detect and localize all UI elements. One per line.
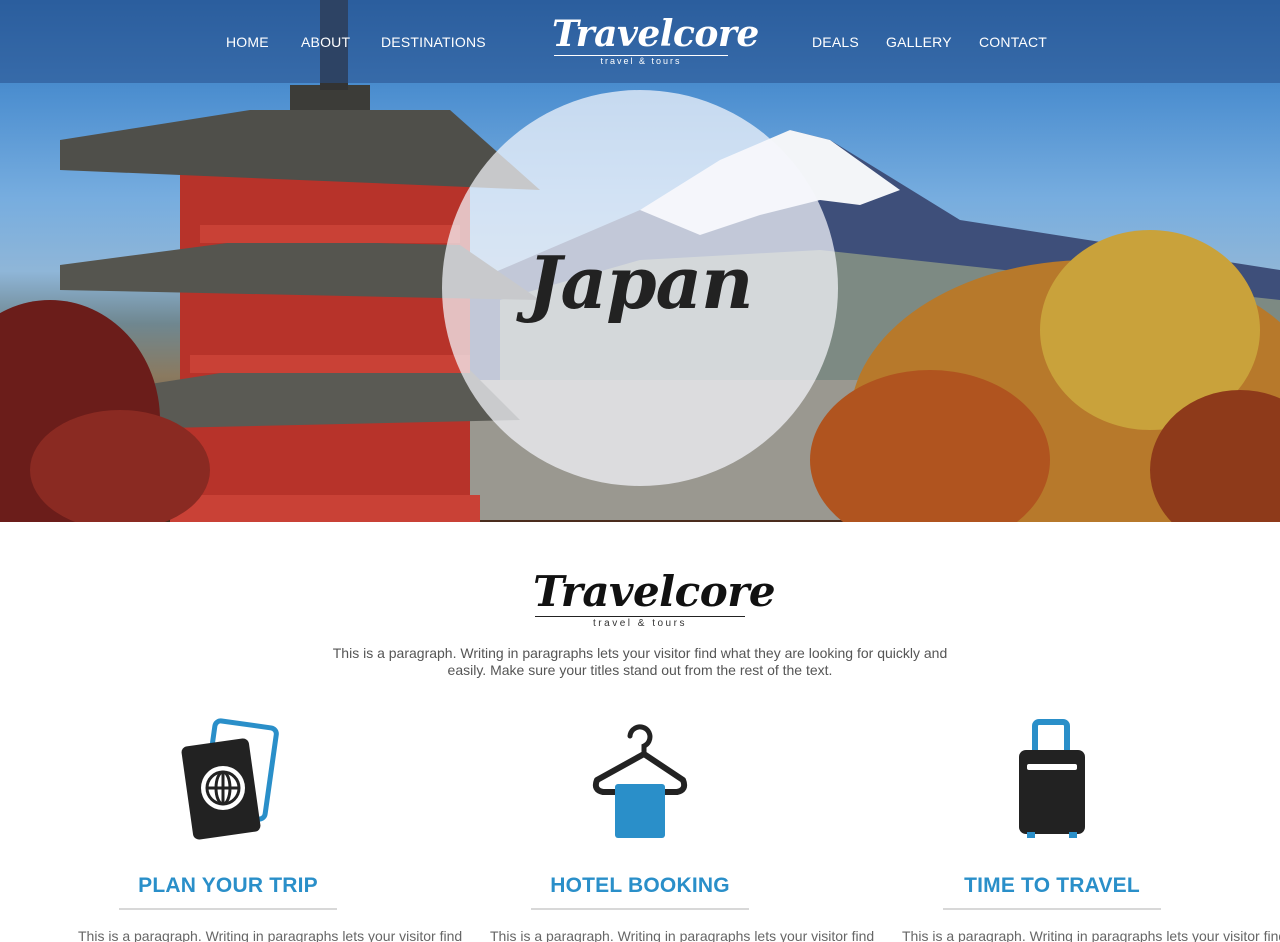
feature-text: This is a paragraph. Writing in paragrap… xyxy=(78,928,463,942)
hero-banner: HOME ABOUT DESTINATIONS Travelcore trave… xyxy=(0,0,1280,522)
hero-title: Japan xyxy=(527,240,753,325)
brand-paragraph: This is a paragraph. Writing in paragrap… xyxy=(332,645,948,678)
feature-hotel-booking: HOTEL BOOKING This is a paragraph. Writi… xyxy=(490,716,875,942)
feature-plan-trip: PLAN YOUR TRIP This is a paragraph. Writ… xyxy=(78,716,463,942)
nav-link-deals[interactable]: DEALS xyxy=(812,34,859,50)
feature-text: This is a paragraph. Writing in paragrap… xyxy=(490,928,875,942)
feature-title: PLAN YOUR TRIP xyxy=(138,874,318,897)
nav-link-gallery[interactable]: GALLERY xyxy=(886,34,952,50)
nav-logo-tagline: travel & tours xyxy=(600,56,682,66)
brand-section: Travelcore travel & tours This is a para… xyxy=(0,568,1280,679)
nav-logo-name: Travelcore xyxy=(552,13,759,55)
nav-link-home[interactable]: HOME xyxy=(226,34,269,50)
feature-time-to-travel: TIME TO TRAVEL This is a paragraph. Writ… xyxy=(902,716,1280,942)
feature-title: HOTEL BOOKING xyxy=(550,874,730,897)
nav-link-destinations[interactable]: DESTINATIONS xyxy=(381,34,486,50)
brand-logo-name: Travelcore xyxy=(533,567,776,616)
feature-divider xyxy=(531,908,749,910)
nav-link-contact[interactable]: CONTACT xyxy=(979,34,1047,50)
brand-logo-tagline: travel & tours xyxy=(593,618,687,629)
passport-icon xyxy=(78,716,378,844)
nav-logo[interactable]: Travelcore travel & tours xyxy=(552,13,759,70)
brand-logo: Travelcore travel & tours xyxy=(533,567,776,631)
feature-divider xyxy=(119,908,337,910)
feature-text: This is a paragraph. Writing in paragrap… xyxy=(902,928,1280,942)
hanger-icon xyxy=(490,716,790,844)
feature-title: TIME TO TRAVEL xyxy=(964,874,1140,897)
top-nav: HOME ABOUT DESTINATIONS Travelcore trave… xyxy=(0,0,1280,83)
nav-link-about[interactable]: ABOUT xyxy=(301,34,350,50)
suitcase-icon xyxy=(902,716,1202,844)
feature-divider xyxy=(943,908,1161,910)
